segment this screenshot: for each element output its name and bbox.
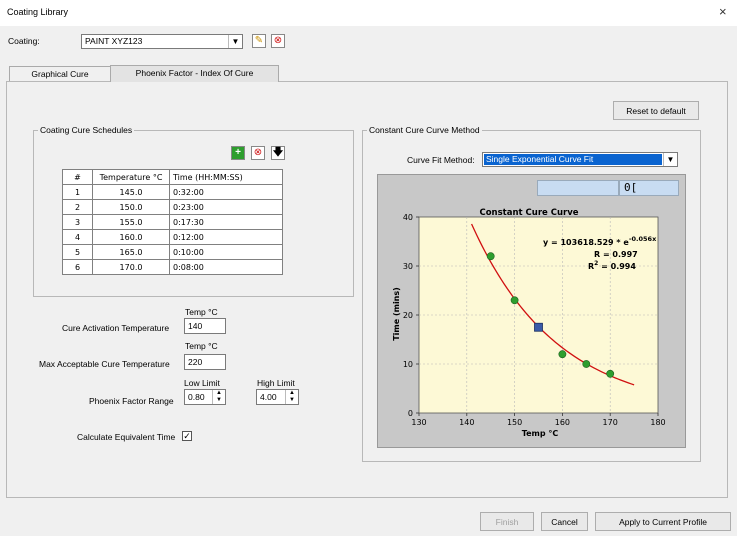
equation-text: y = 103618.529 * e <box>543 238 629 247</box>
row-index: 1 <box>62 184 93 200</box>
coating-dropdown[interactable]: PAINT XYZ123 ▼ <box>81 34 243 49</box>
x-tick-label: 170 <box>603 418 618 427</box>
low-limit-value: 0.80 <box>188 392 205 402</box>
column-header: Time (HH:MM:SS) <box>169 169 283 185</box>
x-axis-label: Temp °C <box>522 429 559 438</box>
window-title: Coating Library <box>7 7 69 17</box>
delete-icon[interactable]: ⊗ <box>271 34 285 48</box>
equation-exponent: -0.056x <box>629 235 657 243</box>
row-index: 3 <box>62 214 93 230</box>
r-value: R = 0.997 <box>594 250 638 259</box>
cure-schedule-table: # Temperature °C Time (HH:MM:SS) 1 145.0… <box>62 169 283 275</box>
data-point[interactable] <box>486 252 495 261</box>
table-row[interactable]: 5 165.0 0:10:00 <box>62 244 283 260</box>
chevron-down-icon[interactable]: ▼ <box>228 35 242 48</box>
table-row[interactable]: 4 160.0 0:12:00 <box>62 229 283 245</box>
arrow-down-icon[interactable]: 🡇 <box>271 146 285 160</box>
row-index: 5 <box>62 244 93 260</box>
max-temp-input[interactable]: 220 <box>184 354 226 370</box>
coating-label: Coating: <box>8 36 40 46</box>
row-index: 6 <box>62 259 93 275</box>
edit-icon[interactable]: ✎ <box>252 34 266 48</box>
coating-value: PAINT XYZ123 <box>85 36 143 46</box>
row-temperature[interactable]: 170.0 <box>92 259 170 275</box>
finish-button[interactable]: Finish <box>480 512 534 531</box>
x-tick-label: 140 <box>459 418 474 427</box>
row-time[interactable]: 0:32:00 <box>169 184 283 200</box>
row-temperature[interactable]: 145.0 <box>92 184 170 200</box>
x-tick-label: 150 <box>507 418 522 427</box>
table-row[interactable]: 2 150.0 0:23:00 <box>62 199 283 215</box>
curve-fit-value: Single Exponential Curve Fit <box>486 154 594 164</box>
column-header: Temperature °C <box>92 169 170 185</box>
close-icon[interactable]: × <box>719 4 727 19</box>
row-time[interactable]: 0:17:30 <box>169 214 283 230</box>
r2-suffix: = 0.994 <box>598 262 636 271</box>
column-header: # <box>62 169 93 185</box>
title-bar <box>0 0 737 26</box>
data-point[interactable] <box>606 369 615 378</box>
row-time[interactable]: 0:10:00 <box>169 244 283 260</box>
y-tick-label: 40 <box>403 213 413 222</box>
phoenix-range-label: Phoenix Factor Range <box>89 396 174 406</box>
activation-temp-unit: Temp °C <box>185 307 218 317</box>
chevron-down-icon[interactable]: ▼ <box>663 153 677 166</box>
tab-phoenix-factor[interactable]: Phoenix Factor - Index Of Cure <box>110 65 279 82</box>
data-point[interactable] <box>510 296 519 305</box>
tab-graphical-cure[interactable]: Graphical Cure <box>9 66 111 82</box>
cure-schedules-title: Coating Cure Schedules <box>38 125 135 135</box>
y-tick-label: 30 <box>403 262 413 271</box>
curve-fit-dropdown[interactable]: Single Exponential Curve Fit ▼ <box>482 152 678 167</box>
x-tick-label: 130 <box>411 418 426 427</box>
x-tick-label: 160 <box>555 418 570 427</box>
table-row[interactable]: 1 145.0 0:32:00 <box>62 184 283 200</box>
row-temperature[interactable]: 155.0 <box>92 214 170 230</box>
data-point[interactable] <box>558 350 567 359</box>
y-tick-label: 10 <box>403 360 413 369</box>
table-header-row: # Temperature °C Time (HH:MM:SS) <box>62 169 283 185</box>
add-icon[interactable]: + <box>231 146 245 160</box>
activation-temp-label: Cure Activation Temperature <box>62 323 170 333</box>
max-temp-label: Max Acceptable Cure Temperature <box>39 359 170 369</box>
row-temperature[interactable]: 160.0 <box>92 229 170 245</box>
apply-to-current-profile-button[interactable]: Apply to Current Profile <box>595 512 731 531</box>
low-limit-stepper[interactable]: 0.80 ▲ ▼ <box>184 389 226 405</box>
delete-row-icon[interactable]: ⊗ <box>251 146 265 160</box>
data-point[interactable] <box>582 360 591 368</box>
curve-fit-label: Curve Fit Method: <box>407 155 475 165</box>
cancel-button[interactable]: Cancel <box>541 512 588 531</box>
y-axis-label: Time (mins) <box>392 287 401 341</box>
row-time[interactable]: 0:08:00 <box>169 259 283 275</box>
max-temp-unit: Temp °C <box>185 341 218 351</box>
spinner-arrows-icon[interactable]: ▲ ▼ <box>285 390 298 404</box>
high-limit-value: 4.00 <box>260 392 277 402</box>
y-tick-label: 0 <box>408 409 413 418</box>
table-row[interactable]: 3 155.0 0:17:30 <box>62 214 283 230</box>
row-time[interactable]: 0:23:00 <box>169 199 283 215</box>
row-temperature[interactable]: 165.0 <box>92 244 170 260</box>
low-limit-label: Low Limit <box>184 378 220 388</box>
row-temperature[interactable]: 150.0 <box>92 199 170 215</box>
table-row[interactable]: 6 170.0 0:08:00 <box>62 259 283 275</box>
high-limit-label: High Limit <box>257 378 295 388</box>
selected-point-marker <box>534 322 543 332</box>
chart-title: Constant Cure Curve <box>479 208 578 218</box>
equivalent-time-checkbox[interactable]: ✓ <box>182 431 192 441</box>
row-time[interactable]: 0:12:00 <box>169 229 283 245</box>
y-tick-label: 20 <box>403 311 413 320</box>
x-tick-label: 180 <box>650 418 665 427</box>
row-index: 2 <box>62 199 93 215</box>
equivalent-time-label: Calculate Equivalent Time <box>77 432 176 442</box>
spinner-arrows-icon[interactable]: ▲ ▼ <box>212 390 225 404</box>
reset-to-default-button[interactable]: Reset to default <box>613 101 699 120</box>
curve-method-title: Constant Cure Curve Method <box>367 125 482 135</box>
cure-curve-chart: 130 140 150 160 170 180 0 10 20 30 40 Constant Cur… <box>392 208 666 438</box>
row-index: 4 <box>62 229 93 245</box>
activation-temp-input[interactable]: 140 <box>184 318 226 334</box>
high-limit-stepper[interactable]: 4.00 ▲ ▼ <box>256 389 299 405</box>
